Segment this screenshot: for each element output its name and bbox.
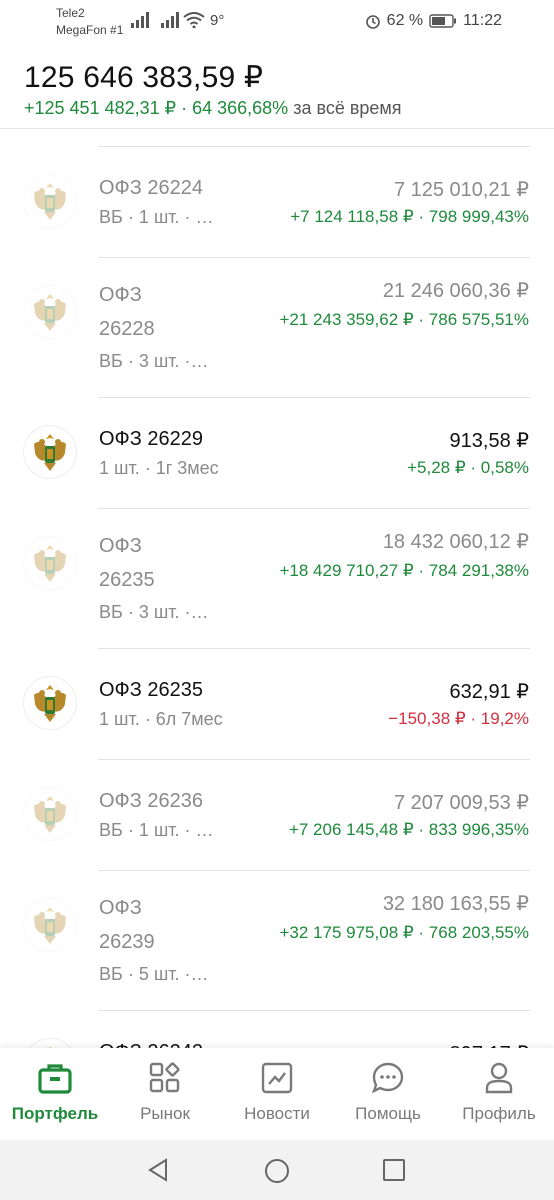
emblem-logo [24,426,76,478]
wifi-icon [183,12,205,28]
system-nav [0,1140,554,1200]
nav-help-label: Помощь [355,1104,421,1123]
bond-name: ОФЗ 26235 [99,529,155,597]
carrier-2: MegaFon #1 [56,23,124,37]
nav-profile[interactable]: Профиль [444,1048,554,1140]
bond-value: 18 432 060,12 ₽ [382,531,529,553]
bond-list-item[interactable]: ОФЗ 26242 897,17 ₽ [0,1011,554,1048]
bond-list[interactable]: ОФЗ 26224 ВБ · 1 шт. · … 7 125 010,21 ₽ +7 … [0,128,554,1048]
bottom-nav: Портфель Рынок Новости Помощь Профиль [0,1048,554,1140]
nav-portfolio[interactable]: Портфель [0,1048,110,1140]
home-icon[interactable] [264,1158,290,1184]
bond-list-item[interactable]: ОФЗ 26235 ВБ · 3 шт. ·… 18 432 060,12 ₽ +18 … [0,509,554,649]
bond-value: 7 207 009,53 ₽ [393,792,529,814]
bond-details: 1 шт. · 1г 3мес [99,458,219,478]
nav-news-label: Новости [244,1104,310,1123]
bond-change: +7 124 118,58 ₽ · 798 999,43% [290,207,529,226]
bond-change: +32 175 975,08 ₽ · 768 203,55% [279,923,530,942]
carrier-1: Tele2 [56,6,85,20]
portfolio-header: 125 646 383,59 ₽ +125 451 482,31 ₽ · 64 … [0,48,554,129]
bond-list-item[interactable]: ОФЗ 26224 ВБ · 1 шт. · … 7 125 010,21 ₽ +7 … [0,147,554,258]
bond-name: ОФЗ 26239 [99,891,155,959]
emblem-logo [24,677,76,729]
bond-list-item[interactable]: ОФЗ 26229 1 шт. · 1г 3мес 913,58 ₽ +5,28 ₽ … [0,398,554,509]
bond-name-line1: ОФЗ [99,284,142,306]
bond-change: +7 206 145,48 ₽ · 833 996,35% [288,820,529,839]
battery-icon [429,14,457,28]
status-bar: Tele2 MegaFon #1 9° 62 % 11:22 [0,0,554,48]
market-icon [149,1062,180,1093]
bond-name-line2: 26239 [99,931,155,953]
bond-change: +5,28 ₽ · 0,58% [407,458,529,477]
bond-details: ВБ · 1 шт. · … [99,820,214,840]
bond-name-line1: ОФЗ [99,897,142,919]
bond-value: 632,91 ₽ [449,681,529,703]
bond-name-line2: 26235 [99,569,155,591]
bond-change: +18 429 710,27 ₽ · 784 291,38% [279,561,530,580]
temperature: 9° [210,12,225,29]
bond-details: ВБ · 1 шт. · … [99,207,214,227]
nav-market-label: Рынок [140,1104,190,1123]
nav-profile-label: Профиль [462,1104,536,1123]
nav-portfolio-label: Портфель [11,1104,99,1123]
gain-value: +125 451 482,31 ₽ · 64 366,68% [24,98,289,118]
briefcase-icon [38,1064,72,1094]
bond-name: ОФЗ 26235 [99,679,203,702]
bond-name-line1: ОФЗ [99,535,142,557]
bond-value: 32 180 163,55 ₽ [382,893,529,915]
bond-list-item[interactable]: ОФЗ 26228 ВБ · 3 шт. ·… 21 246 060,36 ₽ +21 … [0,258,554,398]
emblem-logo [24,788,76,840]
news-icon [261,1062,293,1094]
emblem-logo [24,286,76,338]
bond-value: 21 246 060,36 ₽ [382,280,529,302]
bond-value: 897,17 ₽ [450,1041,529,1048]
emblem-logo [24,175,76,227]
bond-details: ВБ · 3 шт. ·… [99,351,209,371]
help-chat-icon [371,1062,404,1094]
bond-name: ОФЗ 26224 [99,177,203,200]
bond-value: 7 125 010,21 ₽ [393,179,529,201]
signal-icon [161,12,179,28]
bond-list-item[interactable]: ОФЗ 26235 1 шт. · 6л 7мес 632,91 ₽ −150,38 … [0,649,554,760]
alarm-icon [365,15,380,29]
emblem-logo [24,1039,76,1048]
recents-icon[interactable] [383,1159,405,1181]
gain-period: за всё время [293,98,402,118]
bond-name-line1: ОФЗ 26236 [99,790,204,812]
emblem-logo [24,537,76,589]
bond-details: 1 шт. · 6л 7мес [99,709,223,729]
nav-market[interactable]: Рынок [110,1048,220,1140]
bond-details: ВБ · 3 шт. ·… [99,602,209,622]
battery-percent: 62 % [386,12,424,29]
bond-change: +21 243 359,62 ₽ · 786 575,51% [279,310,530,329]
clock: 11:22 [463,12,502,29]
bond-name-line1: ОФЗ 26235 [99,679,204,701]
bond-name-line1: ОФЗ 26242 [99,1041,203,1048]
bond-change: −150,38 ₽ · 19,2% [388,709,529,728]
bond-name: ОФЗ 26242 [99,1041,203,1048]
bond-name: ОФЗ 26228 [99,278,155,346]
bond-name-line1: ОФЗ 26224 [99,177,204,199]
bond-name: ОФЗ 26236 [99,790,203,813]
bond-name-line2: 26228 [99,318,155,340]
bond-list-item[interactable]: ОФЗ 26239 ВБ · 5 шт. ·… 32 180 163,55 ₽ +32 … [0,871,554,1011]
bond-value: 913,58 ₽ [449,430,529,452]
portfolio-gain: +125 451 482,31 ₽ · 64 366,68% за всё вр… [24,98,402,119]
bond-name: ОФЗ 26229 [99,428,203,451]
back-icon[interactable] [146,1158,170,1182]
profile-icon [485,1062,513,1094]
portfolio-total: 125 646 383,59 ₽ [24,61,264,94]
bond-name-line1: ОФЗ 26229 [99,428,204,450]
nav-help[interactable]: Помощь [333,1048,443,1140]
nav-news[interactable]: Новости [222,1048,332,1140]
bond-list-item[interactable]: ОФЗ 26236 ВБ · 1 шт. · … 7 207 009,53 ₽ +7 … [0,760,554,871]
signal-icon [131,12,149,28]
bond-details: ВБ · 5 шт. ·… [99,964,209,984]
emblem-logo [24,899,76,951]
